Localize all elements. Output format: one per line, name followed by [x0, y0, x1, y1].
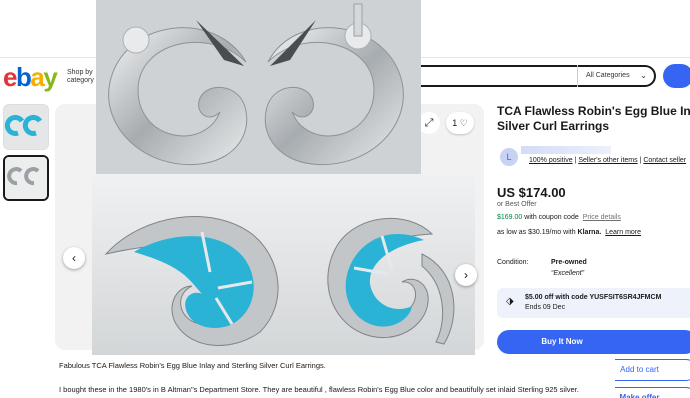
caption-line-2: I bought these in the 1980's in B Altman… — [59, 385, 579, 394]
seller-other-items-link[interactable]: Seller's other items — [578, 157, 637, 164]
thumbnail-turquoise-image — [4, 105, 48, 149]
seller-links: 100% positive | Seller's other items | C… — [529, 157, 686, 164]
condition-quote: “Excellent” — [551, 270, 585, 277]
chevron-right-icon: › — [464, 268, 468, 282]
shop-by-label: Shop by — [67, 69, 93, 76]
condition-label: Condition: — [497, 259, 529, 266]
listing-title: TCA Flawless Robin's Egg Blue Inlay a Si… — [497, 104, 690, 134]
klarna-brand: Klarna. — [577, 229, 602, 236]
condition-value: Pre-owned — [551, 259, 587, 266]
price-details-link[interactable]: Price details — [583, 214, 621, 221]
logo-letter-b: b — [15, 62, 32, 92]
search-button[interactable] — [663, 64, 690, 88]
silver-earrings-photo — [96, 0, 421, 174]
listing-title-line-1: TCA Flawless Robin's Egg Blue Inlay a — [497, 104, 690, 118]
learn-more-link[interactable]: Learn more — [605, 229, 641, 236]
seller-info: L 100% positive | Seller's other items |… — [497, 144, 690, 168]
thumbnail-1[interactable] — [3, 104, 49, 150]
turquoise-earrings-photo — [92, 174, 475, 355]
coupon-text: with coupon code — [522, 214, 579, 221]
ebay-logo[interactable]: ebay — [3, 62, 58, 93]
coupon-offer-banner[interactable]: ⬗ $5.00 off with code YUSFSIT6SR4JFMCM E… — [497, 288, 690, 318]
coupon-price: $169.00 — [497, 214, 523, 221]
category-label: category — [67, 77, 94, 84]
caption-line-1: Fabulous TCA Flawless Robin's Egg Blue I… — [59, 361, 326, 370]
thumbnail-silver-image — [5, 157, 47, 199]
heart-icon: ♡ — [459, 118, 468, 128]
watch-button[interactable]: 1 ♡ — [446, 112, 474, 134]
shop-by-category-button[interactable]: Shop by category — [67, 69, 94, 85]
expand-icon[interactable]: ⤢ — [418, 112, 440, 134]
item-price: US $174.00 — [497, 185, 566, 200]
klarna-row: as low as $30.19/mo with Klarna. Learn m… — [497, 229, 641, 236]
seller-avatar[interactable]: L — [500, 148, 518, 166]
buy-it-now-button[interactable]: Buy It Now — [497, 330, 690, 354]
next-image-button[interactable]: › — [455, 264, 477, 286]
category-select-value: All Categories — [586, 72, 630, 79]
silver-earrings-image — [96, 0, 421, 174]
add-to-cart-button[interactable]: Add to cart — [602, 359, 690, 381]
screenshot-canvas: ebay Shop by category All Categories ⌄ ⤢… — [0, 0, 690, 398]
category-select[interactable]: All Categories ⌄ — [577, 65, 655, 87]
best-offer-label: or Best Offer — [497, 201, 537, 208]
listing-details-panel: TCA Flawless Robin's Egg Blue Inlay a Si… — [497, 104, 690, 398]
chevron-left-icon: ‹ — [72, 251, 76, 265]
logo-letter-e: e — [3, 62, 17, 92]
seller-feedback-link[interactable]: 100% positive — [529, 157, 573, 164]
klarna-prefix: as low as $30.19/mo with — [497, 229, 578, 236]
previous-image-button[interactable]: ‹ — [63, 247, 85, 269]
contact-seller-link[interactable]: Contact seller — [643, 157, 686, 164]
coupon-offer-ends: Ends 09 Dec — [525, 304, 566, 311]
logo-letter-y: y — [43, 62, 57, 92]
make-offer-button[interactable]: Make offer — [602, 387, 690, 398]
thumbnail-2-selected[interactable] — [3, 155, 49, 201]
watch-count: 1 — [452, 118, 458, 128]
coupon-price-row: $169.00 with coupon code Price details — [497, 214, 621, 221]
coupon-offer-text: $5.00 off with code YUSFSIT6SR4JFMCM — [525, 294, 662, 301]
item-description-caption: Fabulous TCA Flawless Robin's Egg Blue I… — [55, 355, 615, 398]
logo-letter-a: a — [30, 62, 44, 92]
chevron-down-icon: ⌄ — [640, 71, 647, 80]
turquoise-earrings-image — [92, 174, 475, 355]
seller-name-redacted — [521, 146, 611, 154]
tag-icon: ⬗ — [506, 296, 514, 307]
listing-title-line-2: Silver Curl Earrings — [497, 119, 610, 133]
